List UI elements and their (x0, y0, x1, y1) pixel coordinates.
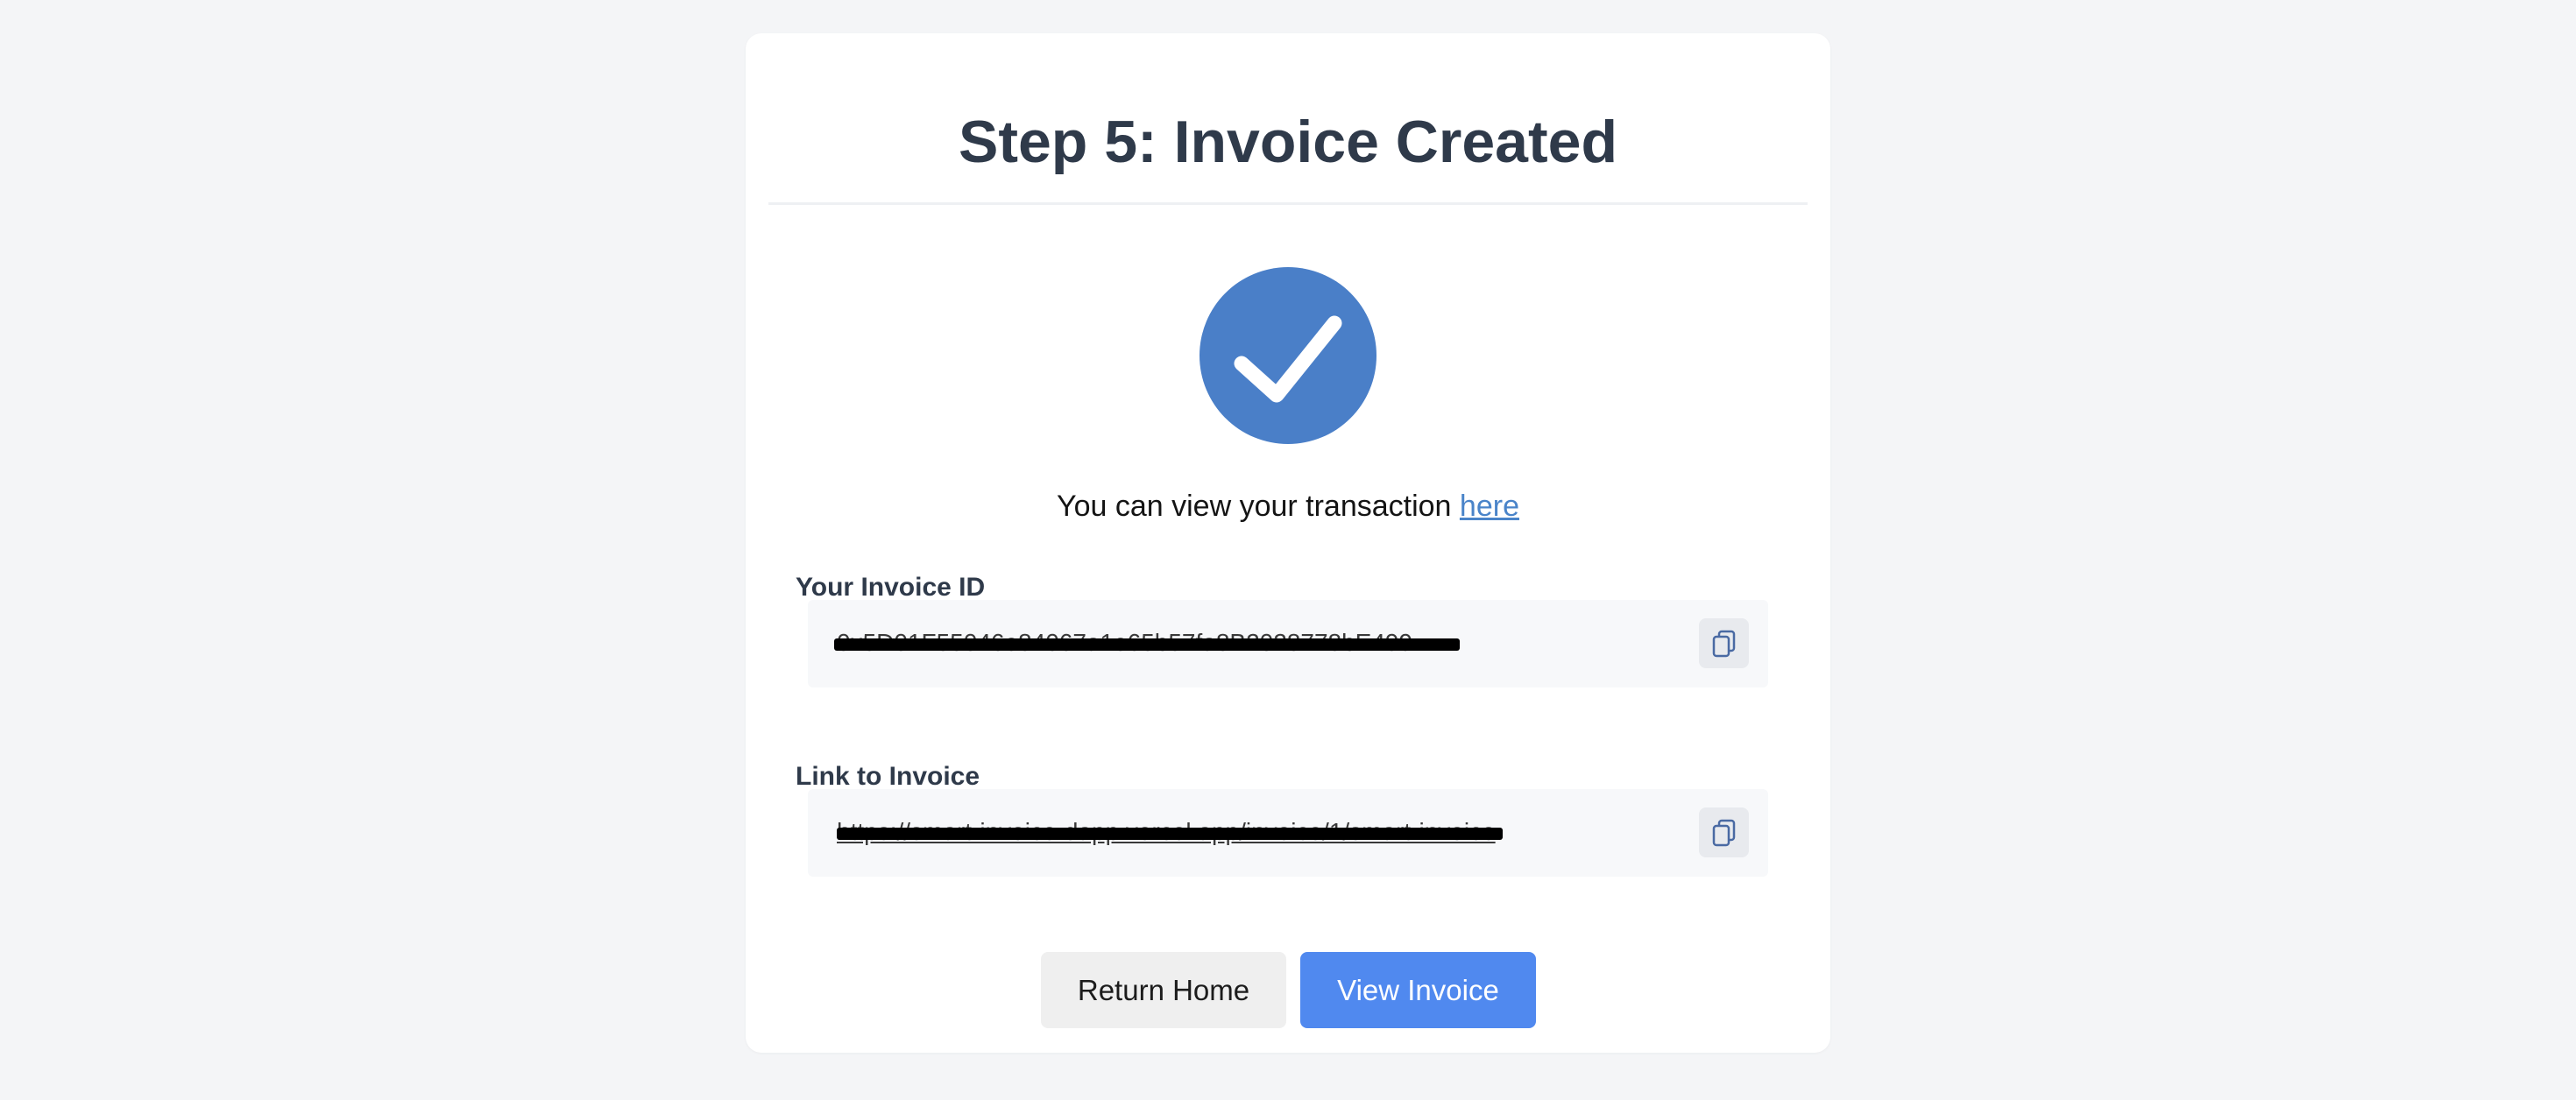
copy-invoice-id-button[interactable] (1699, 618, 1749, 668)
return-home-button[interactable]: Return Home (1041, 952, 1286, 1028)
view-invoice-button[interactable]: View Invoice (1300, 952, 1536, 1028)
invoice-created-card: Step 5: Invoice Created You can view you… (746, 33, 1830, 1053)
copy-invoice-link-button[interactable] (1699, 807, 1749, 857)
transaction-link[interactable]: here (1460, 490, 1519, 523)
page-title: Step 5: Invoice Created (958, 109, 1618, 175)
copy-icon (1712, 630, 1735, 657)
transaction-message-text: You can view your transaction (1057, 490, 1460, 523)
copy-icon (1712, 819, 1735, 846)
transaction-message: You can view your transaction here (746, 487, 1830, 525)
redaction-bar (834, 638, 1460, 651)
invoice-id-label: Your Invoice ID (796, 573, 986, 602)
checkmark-circle-icon (1200, 267, 1376, 444)
redaction-bar (837, 828, 1503, 840)
invoice-link-label: Link to Invoice (796, 762, 980, 791)
invoice-link-field: https://smart-invoice-dapp.vercel.app/in… (808, 789, 1768, 877)
invoice-id-field: 0x5D01F55046e84067a1e65b57fa8B2028778bE4… (808, 600, 1768, 688)
title-divider (768, 202, 1808, 205)
